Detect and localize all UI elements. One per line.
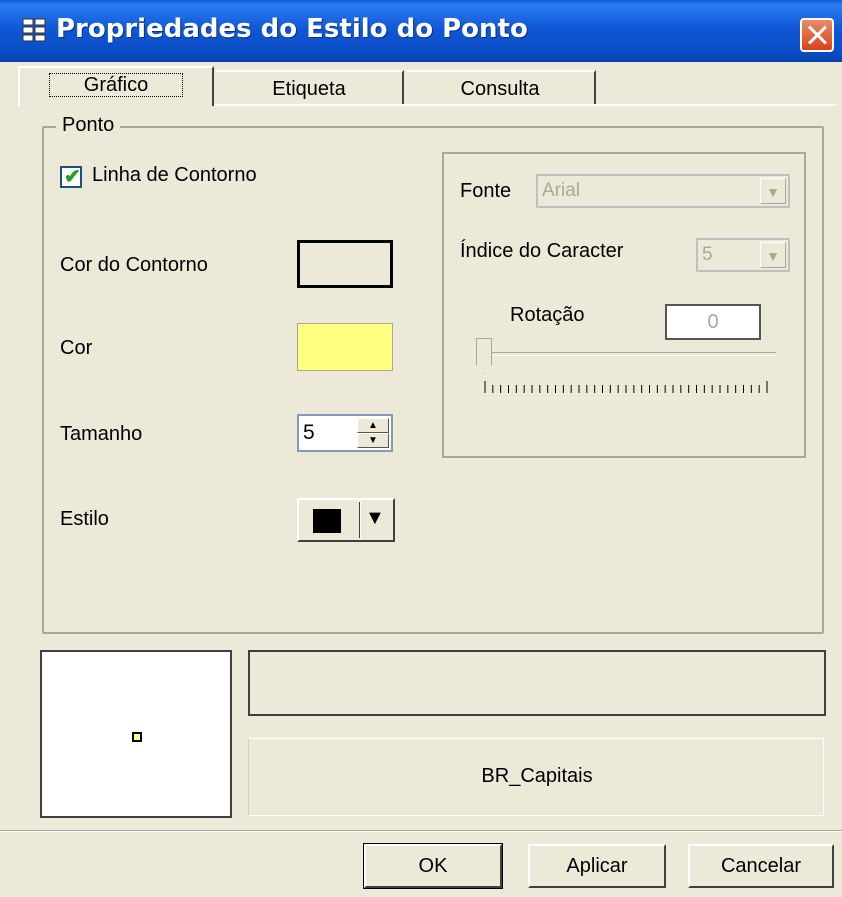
outline-checkbox[interactable]: ✔ <box>60 166 82 188</box>
rotation-input[interactable]: 0 <box>665 304 761 340</box>
preview-point-symbol <box>132 732 142 742</box>
size-spinner[interactable]: 5 ▲ ▼ <box>297 414 393 452</box>
tab-grafico[interactable]: Gráfico <box>18 66 214 106</box>
style-separator <box>359 502 361 538</box>
cancel-button[interactable]: Cancelar <box>688 844 834 888</box>
size-value[interactable]: 5 <box>303 421 315 445</box>
filled-square-icon <box>313 509 341 533</box>
outline-checkbox-label: Linha de Contorno <box>92 164 257 186</box>
font-label: Fonte <box>460 180 512 202</box>
size-spin-buttons: ▲ ▼ <box>357 418 389 448</box>
tab-consulta-label: Consulta <box>460 78 540 100</box>
tab-etiqueta[interactable]: Etiqueta <box>216 70 404 104</box>
style-label: Estilo <box>60 508 109 530</box>
spin-down-icon[interactable]: ▼ <box>357 433 389 448</box>
font-select[interactable]: Arial ▼ <box>536 174 790 208</box>
properties-grid-icon <box>22 18 48 44</box>
style-dropdown[interactable]: ▼ <box>297 498 395 542</box>
ponto-legend: Ponto <box>56 114 121 137</box>
chevron-down-icon[interactable]: ▼ <box>760 178 786 204</box>
chevron-down-icon[interactable]: ▼ <box>365 507 385 530</box>
chevron-down-icon[interactable]: ▼ <box>760 242 786 268</box>
checkmark-icon: ✔ <box>64 166 81 188</box>
outline-color-swatch[interactable] <box>297 240 393 288</box>
ok-button[interactable]: OK <box>363 843 503 889</box>
char-index-value: 5 <box>702 244 713 265</box>
rotation-label: Rotação <box>510 304 585 326</box>
spin-up-icon[interactable]: ▲ <box>357 418 389 433</box>
font-value: Arial <box>542 180 581 201</box>
fill-color-swatch[interactable] <box>297 323 393 371</box>
tab-grafico-label: Gráfico <box>48 73 184 97</box>
tab-etiqueta-label: Etiqueta <box>272 78 346 100</box>
char-index-label: Índice do Caracter <box>460 240 624 262</box>
footer-divider <box>0 830 842 832</box>
layer-name: BR_Capitais <box>481 765 593 787</box>
description-box <box>248 650 826 716</box>
layer-name-box: BR_Capitais <box>248 738 824 816</box>
apply-button[interactable]: Aplicar <box>528 844 666 888</box>
tab-consulta[interactable]: Consulta <box>406 70 596 104</box>
size-label: Tamanho <box>60 423 143 445</box>
rotation-slider-ticks <box>484 378 768 393</box>
rotation-slider-track[interactable] <box>484 352 776 356</box>
close-icon[interactable] <box>800 18 834 52</box>
fill-color-label: Cor <box>60 337 93 359</box>
window-title: Propriedades do Estilo do Ponto <box>56 14 528 44</box>
char-index-select[interactable]: 5 ▼ <box>696 238 790 272</box>
outline-color-label: Cor do Contorno <box>60 254 208 276</box>
